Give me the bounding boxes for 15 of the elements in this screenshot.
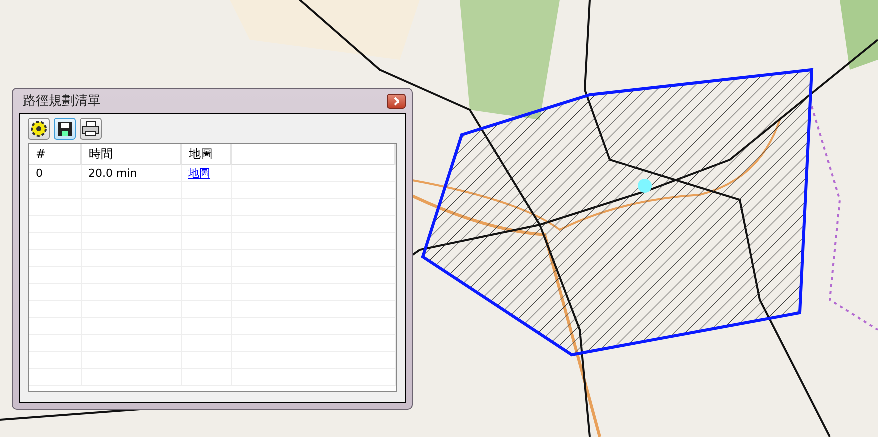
- save-button[interactable]: [54, 118, 76, 140]
- location-marker: [638, 179, 652, 193]
- table-cell: 20.0 min: [81, 164, 181, 182]
- printer-icon: [82, 121, 100, 137]
- print-button[interactable]: [80, 118, 102, 140]
- table-cell: 0: [29, 164, 81, 182]
- column-header[interactable]: #: [29, 144, 81, 164]
- column-header[interactable]: 時間: [81, 144, 181, 164]
- window-title: 路徑規劃清單: [22, 93, 101, 110]
- map-link[interactable]: 地圖: [188, 166, 210, 180]
- close-icon: [394, 96, 399, 106]
- close-button[interactable]: [387, 94, 406, 108]
- gear-icon: [30, 120, 48, 138]
- column-header[interactable]: 地圖: [181, 144, 231, 164]
- settings-button[interactable]: [28, 118, 50, 140]
